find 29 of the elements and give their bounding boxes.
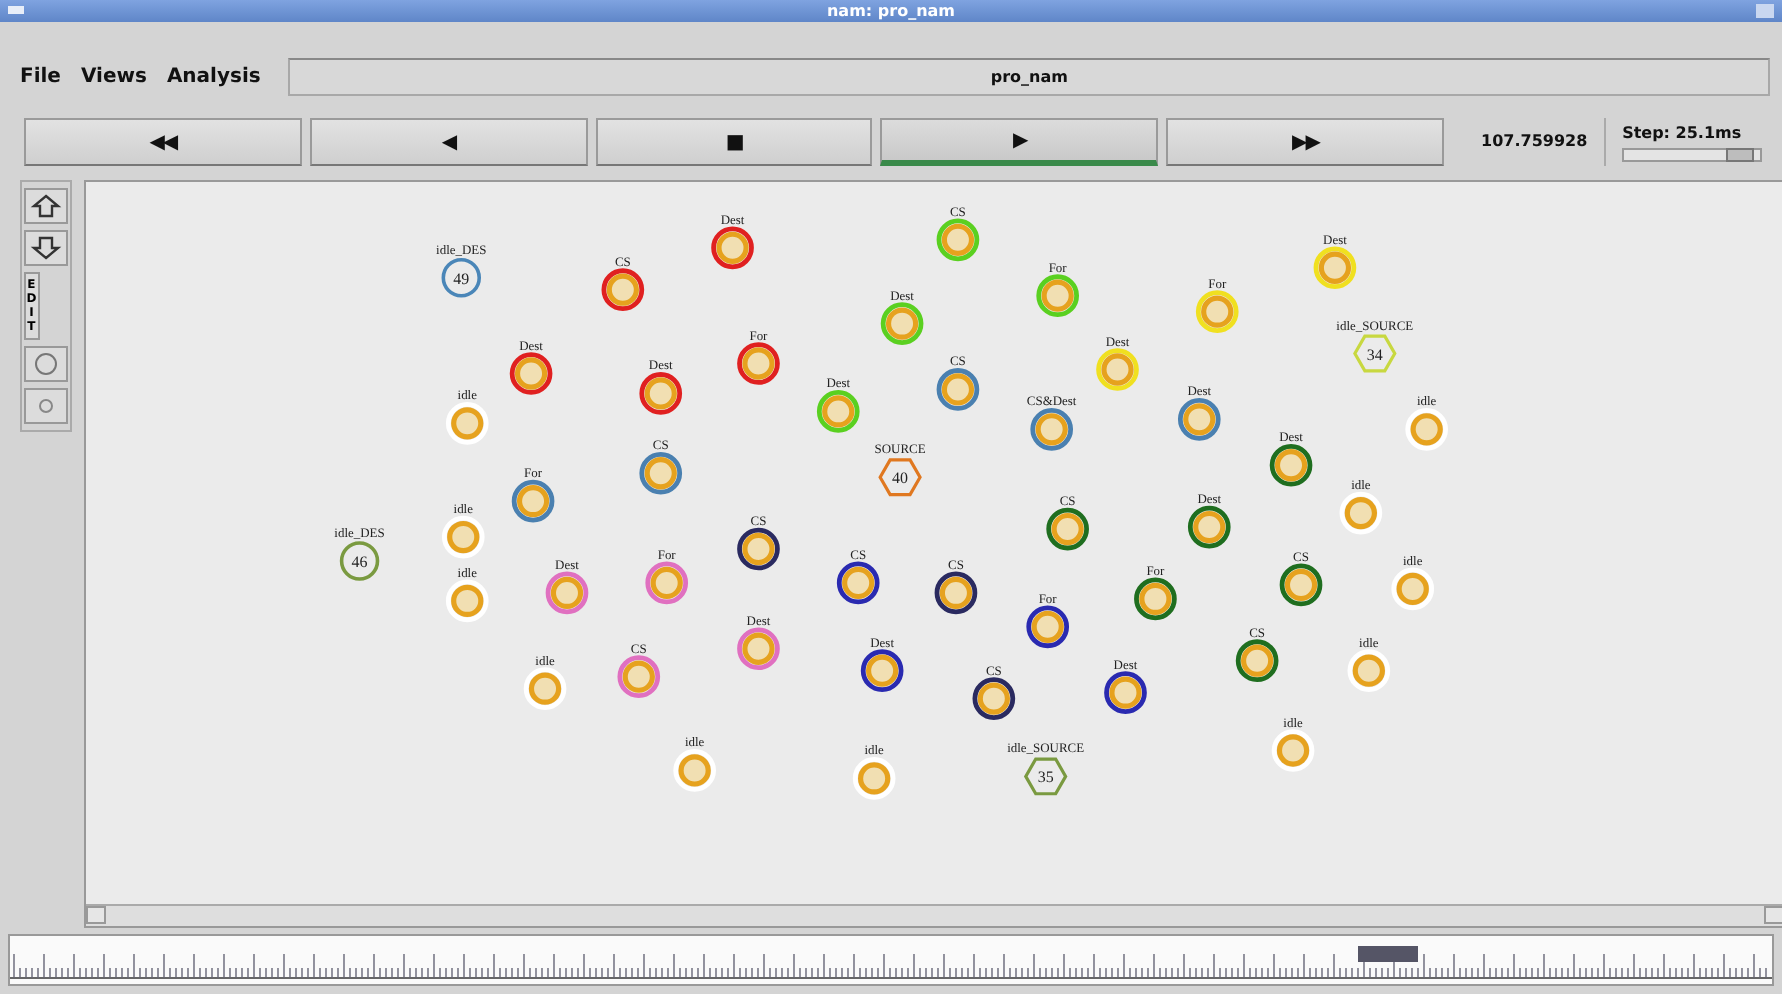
rewind-button[interactable]: ◀◀ bbox=[24, 118, 302, 166]
node-number: 49 bbox=[453, 269, 470, 288]
step-label: Step: 25.1ms bbox=[1622, 123, 1744, 141]
zoom-in-button[interactable] bbox=[24, 188, 68, 224]
menu-item[interactable]: File bbox=[16, 65, 65, 87]
stop-button[interactable]: ■ bbox=[595, 118, 873, 166]
node-number: 46 bbox=[351, 552, 368, 571]
node-number: 40 bbox=[892, 469, 909, 488]
horizontal-scrollbar[interactable] bbox=[86, 904, 1782, 926]
time-marker[interactable] bbox=[1358, 946, 1418, 962]
trace-name-field: pro_nam bbox=[288, 57, 1770, 95]
small-circle-button[interactable] bbox=[24, 388, 68, 424]
circle-icon bbox=[30, 350, 62, 378]
window-title: nam: pro_nam bbox=[826, 0, 955, 22]
menu-item[interactable]: Views bbox=[76, 65, 151, 87]
timeline-ruler[interactable] bbox=[10, 953, 1772, 979]
step-back-button[interactable]: ◀ bbox=[309, 118, 588, 166]
circle-button[interactable] bbox=[24, 346, 68, 382]
node-number: 35 bbox=[1037, 768, 1054, 787]
step-slider[interactable] bbox=[1622, 147, 1763, 161]
down-arrow-icon bbox=[30, 234, 62, 262]
play-button[interactable]: ▶ bbox=[880, 118, 1159, 166]
fast-forward-button[interactable]: ▶▶ bbox=[1166, 118, 1445, 166]
slider-thumb[interactable] bbox=[1725, 147, 1754, 161]
time-display: 107.759928 bbox=[1464, 118, 1607, 166]
node-number: 34 bbox=[1366, 345, 1383, 364]
up-arrow-icon bbox=[30, 192, 62, 220]
zoom-out-button[interactable] bbox=[24, 230, 68, 266]
menu-item[interactable]: Analysis bbox=[162, 65, 265, 87]
